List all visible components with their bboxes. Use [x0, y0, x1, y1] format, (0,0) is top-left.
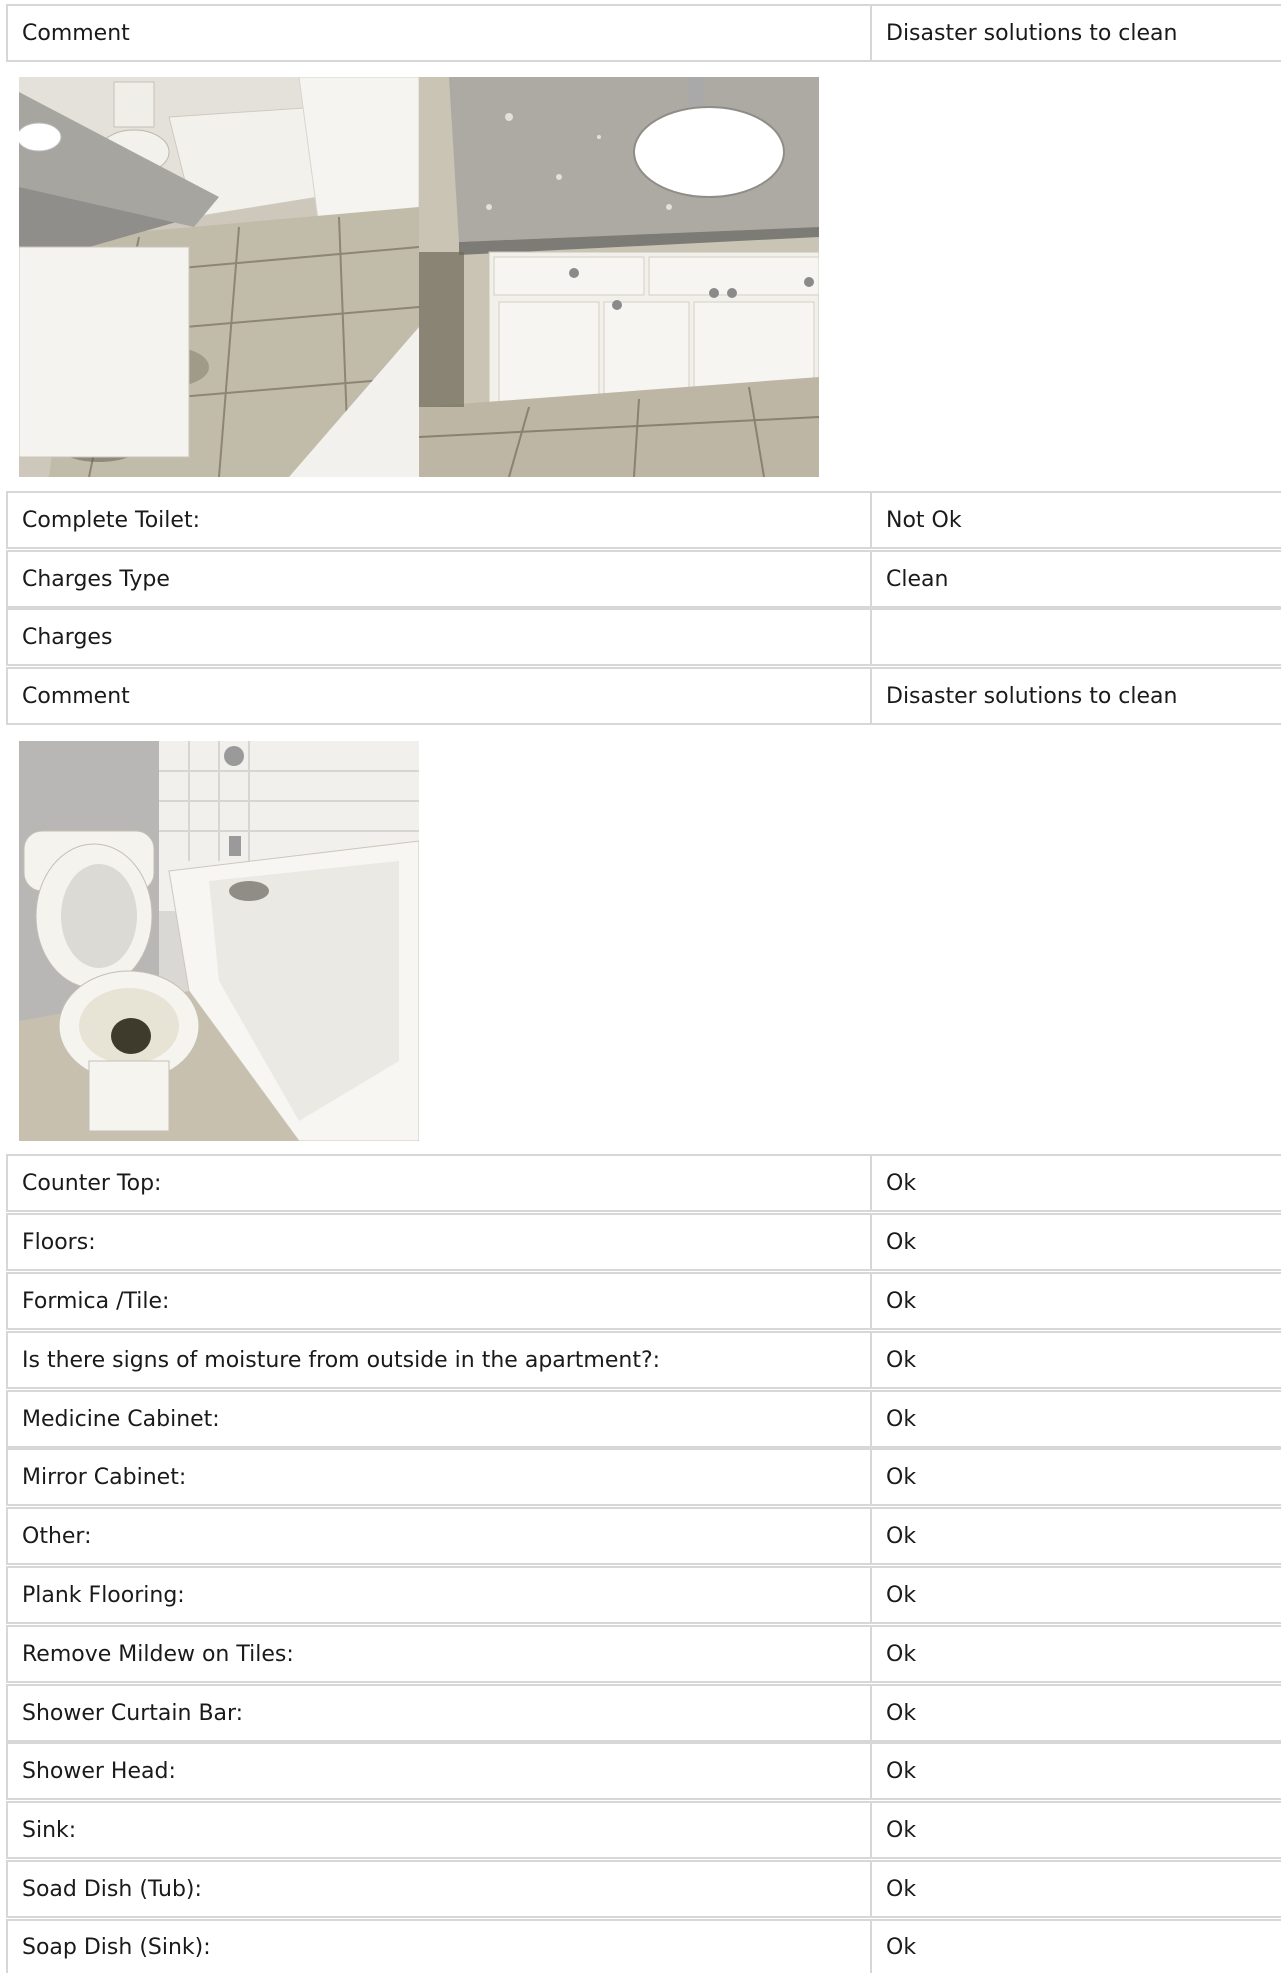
- charges-type-label: Charges Type: [6, 552, 872, 606]
- checklist-label: Mirror Cabinet:: [6, 1450, 872, 1504]
- checklist-row-mirror-cabinet: Mirror Cabinet: Ok: [6, 1448, 1281, 1506]
- vanity-cabinet-image: [419, 77, 819, 477]
- checklist-row-other: Other: Ok: [6, 1507, 1281, 1565]
- checklist-row-sink: Sink: Ok: [6, 1801, 1281, 1859]
- checklist-value: Ok: [886, 1170, 917, 1196]
- checklist-row-counter-top: Counter Top: Ok: [6, 1154, 1281, 1212]
- checklist-value: Ok: [886, 1876, 917, 1902]
- checklist-value: Ok: [886, 1347, 917, 1373]
- checklist-row-formica-tile: Formica /Tile: Ok: [6, 1272, 1281, 1330]
- checklist-label: Soap Dish (Sink):: [6, 1921, 872, 1973]
- checklist-value: Ok: [886, 1229, 917, 1255]
- checklist-label: Shower Head:: [6, 1744, 872, 1798]
- checklist-row-medicine-cabinet: Medicine Cabinet: Ok: [6, 1390, 1281, 1448]
- toilet-tub-image: [19, 741, 419, 1141]
- checklist-row-moisture: Is there signs of moisture from outside …: [6, 1331, 1281, 1389]
- checklist-row-soap-dish-sink: Soap Dish (Sink): Ok: [6, 1919, 1281, 1973]
- checklist-label: Formica /Tile:: [6, 1274, 872, 1328]
- comment-value: Disaster solutions to clean: [886, 20, 1178, 46]
- checklist-label: Other:: [6, 1509, 872, 1563]
- charges-row: Charges: [6, 608, 1281, 666]
- checklist-row-floors: Floors: Ok: [6, 1213, 1281, 1271]
- toilet-comment-row: Comment Disaster solutions to clean: [6, 667, 1281, 725]
- checklist-value: Ok: [886, 1288, 917, 1314]
- checklist-row-soad-dish-tub: Soad Dish (Tub): Ok: [6, 1860, 1281, 1918]
- checklist-value: Ok: [886, 1758, 917, 1784]
- checklist-label: Sink:: [6, 1803, 872, 1857]
- charges-type-value: Clean: [886, 566, 949, 592]
- checklist-label: Soad Dish (Tub):: [6, 1862, 872, 1916]
- vanity-cabinet-photo[interactable]: [419, 77, 819, 477]
- checklist-value: Ok: [886, 1700, 917, 1726]
- complete-toilet-row: Complete Toilet: Not Ok: [6, 491, 1281, 549]
- checklist-value: Ok: [886, 1641, 917, 1667]
- checklist-label: Remove Mildew on Tiles:: [6, 1627, 872, 1681]
- charges-label: Charges: [6, 610, 872, 664]
- comment-row: Comment Disaster solutions to clean: [6, 4, 1281, 62]
- checklist-row-shower-curtain-bar: Shower Curtain Bar: Ok: [6, 1684, 1281, 1742]
- charges-type-row: Charges Type Clean: [6, 550, 1281, 608]
- bathroom-floor-image: [19, 77, 419, 477]
- checklist-value: Ok: [886, 1464, 917, 1490]
- toilet-comment-value: Disaster solutions to clean: [886, 683, 1178, 709]
- checklist-label: Counter Top:: [6, 1156, 872, 1210]
- checklist-row-shower-head: Shower Head: Ok: [6, 1742, 1281, 1800]
- checklist-row-remove-mildew: Remove Mildew on Tiles: Ok: [6, 1625, 1281, 1683]
- checklist-value: Ok: [886, 1817, 917, 1843]
- checklist-label: Floors:: [6, 1215, 872, 1269]
- toilet-comment-label: Comment: [6, 669, 872, 723]
- checklist-row-plank-flooring: Plank Flooring: Ok: [6, 1566, 1281, 1624]
- checklist-value: Ok: [886, 1582, 917, 1608]
- checklist-label: Plank Flooring:: [6, 1568, 872, 1622]
- toilet-tub-photo[interactable]: [19, 741, 419, 1141]
- checklist-label: Medicine Cabinet:: [6, 1392, 872, 1446]
- complete-toilet-label: Complete Toilet:: [6, 493, 872, 547]
- checklist-value: Ok: [886, 1406, 917, 1432]
- checklist-value: Ok: [886, 1934, 917, 1960]
- checklist-label: Shower Curtain Bar:: [6, 1686, 872, 1740]
- complete-toilet-value: Not Ok: [886, 507, 962, 533]
- checklist-value: Ok: [886, 1523, 917, 1549]
- bathroom-floor-photo[interactable]: [19, 77, 419, 477]
- charges-value: [872, 610, 1281, 664]
- comment-label: Comment: [6, 6, 872, 60]
- checklist-label: Is there signs of moisture from outside …: [6, 1333, 872, 1387]
